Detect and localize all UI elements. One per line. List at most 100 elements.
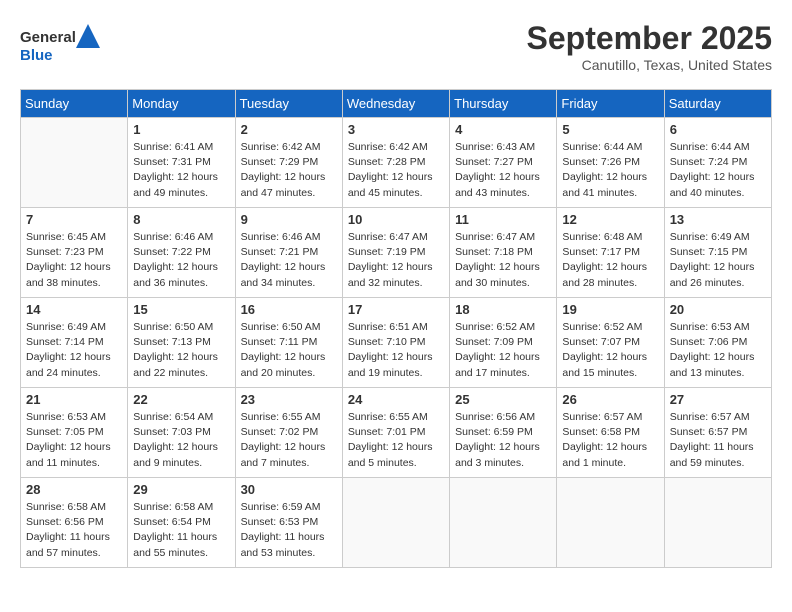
col-header-tuesday: Tuesday	[235, 90, 342, 118]
calendar-cell: 16 Sunrise: 6:50 AMSunset: 7:11 PMDayligh…	[235, 298, 342, 388]
week-row-4: 21Sunrise: 6:53 AMSunset: 7:05 PMDayligh…	[21, 388, 772, 478]
calendar-cell: 22Sunrise: 6:54 AMSunset: 7:03 PMDayligh…	[128, 388, 235, 478]
day-number: 29	[133, 482, 229, 497]
svg-text:Blue: Blue	[20, 47, 53, 64]
day-number: 25	[455, 392, 551, 407]
calendar-cell: 28 Sunrise: 6:58 AMSunset: 6:56 PMDayligh…	[21, 478, 128, 568]
day-number: 24	[348, 392, 444, 407]
day-info: Sunrise: 6:48 AMSunset: 7:17 PMDaylight:…	[562, 230, 658, 291]
calendar-cell	[557, 478, 664, 568]
day-info: Sunrise: 6:52 AMSunset: 7:07 PMDaylight:…	[562, 320, 658, 381]
day-info: Sunrise: 6:57 AMSunset: 6:58 PMDaylight:…	[562, 410, 658, 471]
calendar-cell: 26 Sunrise: 6:57 AMSunset: 6:58 PMDayligh…	[557, 388, 664, 478]
week-row-3: 14Sunrise: 6:49 AMSunset: 7:14 PMDayligh…	[21, 298, 772, 388]
col-header-wednesday: Wednesday	[342, 90, 449, 118]
day-info: Sunrise: 6:54 AMSunset: 7:03 PMDaylight:…	[133, 410, 229, 471]
calendar-cell: 14Sunrise: 6:49 AMSunset: 7:14 PMDayligh…	[21, 298, 128, 388]
day-number: 8	[133, 212, 229, 227]
day-number: 23	[241, 392, 337, 407]
calendar-cell: 27 Sunrise: 6:57 AMSunset: 6:57 PMDayligh…	[664, 388, 771, 478]
calendar-cell: 19Sunrise: 6:52 AMSunset: 7:07 PMDayligh…	[557, 298, 664, 388]
day-info: Sunrise: 6:50 AMSunset: 7:13 PMDaylight:…	[133, 320, 229, 381]
calendar-cell	[21, 118, 128, 208]
col-header-sunday: Sunday	[21, 90, 128, 118]
calendar-cell: 29 Sunrise: 6:58 AMSunset: 6:54 PMDayligh…	[128, 478, 235, 568]
calendar-cell: 3 Sunrise: 6:42 AMSunset: 7:28 PMDaylight…	[342, 118, 449, 208]
day-info: Sunrise: 6:46 AMSunset: 7:21 PMDaylight:…	[241, 230, 337, 291]
day-info: Sunrise: 6:49 AMSunset: 7:15 PMDaylight:…	[670, 230, 766, 291]
day-number: 10	[348, 212, 444, 227]
day-number: 5	[562, 122, 658, 137]
day-number: 3	[348, 122, 444, 137]
calendar-cell: 11 Sunrise: 6:47 AMSunset: 7:18 PMDayligh…	[450, 208, 557, 298]
calendar-cell: 23 Sunrise: 6:55 AMSunset: 7:02 PMDayligh…	[235, 388, 342, 478]
col-header-saturday: Saturday	[664, 90, 771, 118]
day-number: 11	[455, 212, 551, 227]
day-number: 28	[26, 482, 122, 497]
calendar-cell: 8Sunrise: 6:46 AMSunset: 7:22 PMDaylight…	[128, 208, 235, 298]
calendar-cell: 21Sunrise: 6:53 AMSunset: 7:05 PMDayligh…	[21, 388, 128, 478]
day-number: 20	[670, 302, 766, 317]
logo-svg: General Blue	[20, 20, 100, 68]
svg-text:General: General	[20, 29, 76, 46]
day-info: Sunrise: 6:50 AMSunset: 7:11 PMDaylight:…	[241, 320, 337, 381]
day-number: 26	[562, 392, 658, 407]
day-info: Sunrise: 6:44 AMSunset: 7:26 PMDaylight:…	[562, 140, 658, 201]
day-info: Sunrise: 6:42 AMSunset: 7:28 PMDaylight:…	[348, 140, 444, 201]
calendar-cell: 7 Sunrise: 6:45 AMSunset: 7:23 PMDaylight…	[21, 208, 128, 298]
calendar-cell: 25 Sunrise: 6:56 AMSunset: 6:59 PMDayligh…	[450, 388, 557, 478]
day-number: 16	[241, 302, 337, 317]
day-number: 13	[670, 212, 766, 227]
week-row-5: 28 Sunrise: 6:58 AMSunset: 6:56 PMDayligh…	[21, 478, 772, 568]
day-number: 17	[348, 302, 444, 317]
col-header-friday: Friday	[557, 90, 664, 118]
calendar-table: SundayMondayTuesdayWednesdayThursdayFrid…	[20, 89, 772, 568]
day-info: Sunrise: 6:49 AMSunset: 7:14 PMDaylight:…	[26, 320, 122, 381]
col-header-monday: Monday	[128, 90, 235, 118]
day-info: Sunrise: 6:45 AMSunset: 7:23 PMDaylight:…	[26, 230, 122, 291]
day-number: 30	[241, 482, 337, 497]
day-info: Sunrise: 6:43 AMSunset: 7:27 PMDaylight:…	[455, 140, 551, 201]
calendar-cell	[450, 478, 557, 568]
day-info: Sunrise: 6:44 AMSunset: 7:24 PMDaylight:…	[670, 140, 766, 201]
calendar-cell: 17Sunrise: 6:51 AMSunset: 7:10 PMDayligh…	[342, 298, 449, 388]
day-info: Sunrise: 6:58 AMSunset: 6:56 PMDaylight:…	[26, 500, 122, 561]
day-info: Sunrise: 6:57 AMSunset: 6:57 PMDaylight:…	[670, 410, 766, 471]
calendar-cell: 5 Sunrise: 6:44 AMSunset: 7:26 PMDaylight…	[557, 118, 664, 208]
calendar-cell: 13 Sunrise: 6:49 AMSunset: 7:15 PMDayligh…	[664, 208, 771, 298]
day-number: 1	[133, 122, 229, 137]
calendar-cell: 20Sunrise: 6:53 AMSunset: 7:06 PMDayligh…	[664, 298, 771, 388]
calendar-cell: 30Sunrise: 6:59 AMSunset: 6:53 PMDayligh…	[235, 478, 342, 568]
day-number: 21	[26, 392, 122, 407]
day-number: 4	[455, 122, 551, 137]
day-info: Sunrise: 6:52 AMSunset: 7:09 PMDaylight:…	[455, 320, 551, 381]
day-info: Sunrise: 6:47 AMSunset: 7:18 PMDaylight:…	[455, 230, 551, 291]
calendar-cell: 1Sunrise: 6:41 AMSunset: 7:31 PMDaylight…	[128, 118, 235, 208]
calendar-cell: 24Sunrise: 6:55 AMSunset: 7:01 PMDayligh…	[342, 388, 449, 478]
day-info: Sunrise: 6:58 AMSunset: 6:54 PMDaylight:…	[133, 500, 229, 561]
calendar-cell: 15Sunrise: 6:50 AMSunset: 7:13 PMDayligh…	[128, 298, 235, 388]
page-header: General Blue September 2025 Canutillo, T…	[20, 20, 772, 73]
calendar-cell: 18 Sunrise: 6:52 AMSunset: 7:09 PMDayligh…	[450, 298, 557, 388]
calendar-cell	[664, 478, 771, 568]
calendar-cell: 10Sunrise: 6:47 AMSunset: 7:19 PMDayligh…	[342, 208, 449, 298]
calendar-cell: 6 Sunrise: 6:44 AMSunset: 7:24 PMDaylight…	[664, 118, 771, 208]
calendar-cell: 12 Sunrise: 6:48 AMSunset: 7:17 PMDayligh…	[557, 208, 664, 298]
title-block: September 2025 Canutillo, Texas, United …	[527, 20, 772, 73]
calendar-cell: 2Sunrise: 6:42 AMSunset: 7:29 PMDaylight…	[235, 118, 342, 208]
day-number: 18	[455, 302, 551, 317]
calendar-cell: 4 Sunrise: 6:43 AMSunset: 7:27 PMDaylight…	[450, 118, 557, 208]
calendar-cell	[342, 478, 449, 568]
day-number: 12	[562, 212, 658, 227]
month-title: September 2025	[527, 20, 772, 57]
day-number: 9	[241, 212, 337, 227]
location: Canutillo, Texas, United States	[527, 57, 772, 73]
col-header-thursday: Thursday	[450, 90, 557, 118]
day-number: 7	[26, 212, 122, 227]
day-number: 2	[241, 122, 337, 137]
day-info: Sunrise: 6:55 AMSunset: 7:02 PMDaylight:…	[241, 410, 337, 471]
week-row-1: 1Sunrise: 6:41 AMSunset: 7:31 PMDaylight…	[21, 118, 772, 208]
day-number: 27	[670, 392, 766, 407]
day-info: Sunrise: 6:56 AMSunset: 6:59 PMDaylight:…	[455, 410, 551, 471]
day-number: 6	[670, 122, 766, 137]
